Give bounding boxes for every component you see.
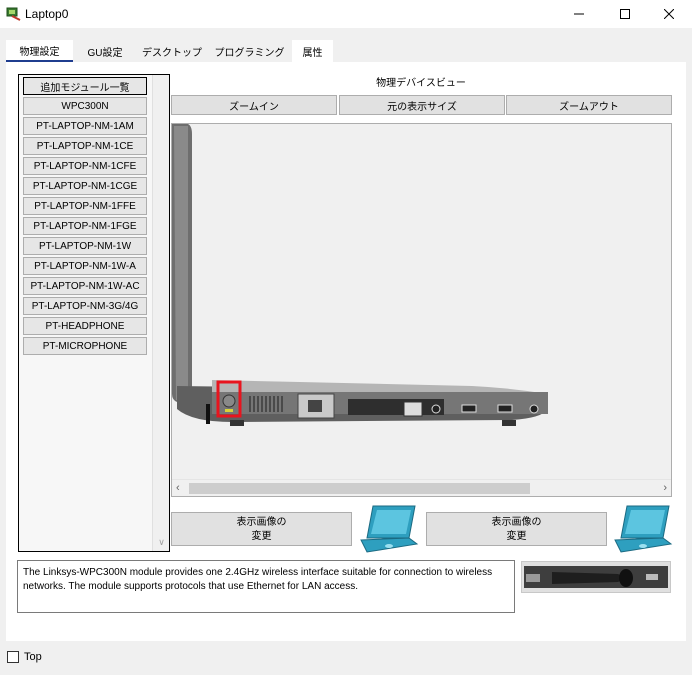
module-item-1fge[interactable]: PT-LAPTOP-NM-1FGE — [23, 217, 147, 235]
module-item-1w-ac[interactable]: PT-LAPTOP-NM-1W-AC — [23, 277, 147, 295]
physical-view-title: 物理デバイスビュー — [376, 78, 466, 89]
module-item-1cge[interactable]: PT-LAPTOP-NM-1CGE — [23, 177, 147, 195]
maximize-icon — [620, 9, 630, 19]
top-checkbox-label: Top — [24, 651, 42, 663]
module-item-1cfe[interactable]: PT-LAPTOP-NM-1CFE — [23, 157, 147, 175]
module-item-1ffe[interactable]: PT-LAPTOP-NM-1FFE — [23, 197, 147, 215]
module-item-1am[interactable]: PT-LAPTOP-NM-1AM — [23, 117, 147, 135]
laptop-icon — [614, 505, 673, 553]
minimize-button[interactable] — [556, 0, 602, 28]
module-item-1ce[interactable]: PT-LAPTOP-NM-1CE — [23, 137, 147, 155]
module-item-3g4g[interactable]: PT-LAPTOP-NM-3G/4G — [23, 297, 147, 315]
chevron-right-icon[interactable]: › — [663, 482, 667, 494]
change-image-label-line1: 表示画像の — [236, 517, 287, 528]
window-title: Laptop0 — [25, 7, 69, 21]
scroll-thumb[interactable] — [189, 483, 530, 494]
module-item-1w-a[interactable]: PT-LAPTOP-NM-1W-A — [23, 257, 147, 275]
module-description: The Linksys-WPC300N module provides one … — [17, 560, 515, 613]
change-image-button-2[interactable]: 表示画像の 変更 — [426, 512, 607, 546]
chevron-down-icon[interactable]: ∨ — [157, 538, 166, 547]
module-item-microphone[interactable]: PT-MICROPHONE — [23, 337, 147, 355]
module-card-icon — [524, 566, 668, 588]
change-image-label-line2: 変更 — [506, 531, 527, 542]
tab-attributes[interactable]: 属性 — [292, 40, 333, 62]
module-list: 追加モジュール一覧 WPC300N PT-LAPTOP-NM-1AM PT-LA… — [18, 74, 170, 552]
chevron-left-icon[interactable]: ‹ — [176, 482, 180, 494]
tab-bar: 物理設定 GU設定 デスクトップ プログラミング 属性 — [6, 38, 686, 62]
change-image-label-line1: 表示画像の — [491, 517, 542, 528]
change-image-label-line2: 変更 — [251, 531, 272, 542]
original-size-button[interactable]: 元の表示サイズ — [339, 95, 505, 115]
laptop-side-view-image — [172, 124, 548, 426]
tab-desktop[interactable]: デスクトップ — [137, 40, 207, 62]
main-panel: 物理設定 GU設定 デスクトップ プログラミング 属性 追加モジュール一覧 WP… — [6, 38, 686, 641]
close-button[interactable] — [646, 0, 692, 28]
tab-gui[interactable]: GU設定 — [76, 40, 134, 62]
device-view-scrollbar[interactable]: ‹ › — [172, 479, 671, 496]
minimize-icon — [574, 13, 584, 15]
module-item-headphone[interactable]: PT-HEADPHONE — [23, 317, 147, 335]
tab-physical[interactable]: 物理設定 — [6, 40, 73, 62]
title-bar: Laptop0 — [0, 0, 692, 28]
zoom-out-button[interactable]: ズームアウト — [506, 95, 672, 115]
tab-programming[interactable]: プログラミング — [210, 40, 289, 62]
laptop-icon — [360, 505, 419, 553]
module-list-scrollbar[interactable]: ∨ — [152, 75, 169, 551]
device-view: ‹ › — [171, 123, 672, 497]
zoom-in-button[interactable]: ズームイン — [171, 95, 337, 115]
laptop-app-icon — [6, 7, 21, 21]
module-image — [521, 561, 671, 593]
close-icon — [664, 9, 674, 19]
maximize-button[interactable] — [602, 0, 648, 28]
change-image-button-1[interactable]: 表示画像の 変更 — [171, 512, 352, 546]
module-item-wpc300n[interactable]: WPC300N — [23, 97, 147, 115]
module-list-header[interactable]: 追加モジュール一覧 — [23, 77, 147, 95]
top-checkbox[interactable] — [7, 651, 19, 663]
module-item-1w[interactable]: PT-LAPTOP-NM-1W — [23, 237, 147, 255]
